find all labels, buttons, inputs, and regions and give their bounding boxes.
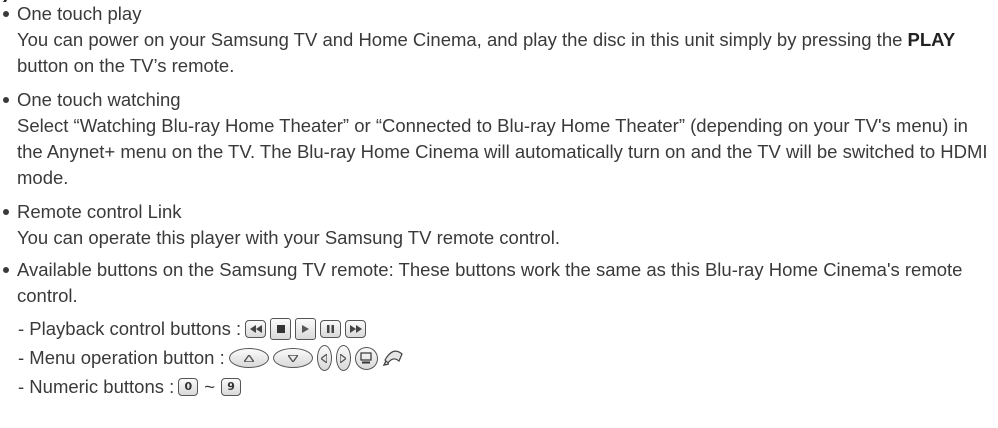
fast-forward-icon [345,320,367,338]
playback-buttons-row: - Playback control buttons : [18,316,367,342]
range-separator: ~ [204,376,216,397]
item-description: You can power on your Samsung TV and Hom… [17,27,990,79]
numeric-label: - Numeric buttons : [18,376,175,397]
playback-label: - Playback control buttons : [18,318,242,339]
right-arrow-icon [335,345,351,371]
item-label: Available buttons on the Samsung TV remo… [17,259,963,306]
enter-icon [354,346,378,370]
number-9-button: 9 [221,378,242,396]
pause-icon [320,320,342,338]
item-description: You can operate this player with your Sa… [17,227,560,248]
numeric-buttons-row: - Numeric buttons : 0 ~ 9 [18,374,242,400]
manual-page: y One touch play You can power on your S… [0,0,998,428]
desc-text: You can power on your Samsung TV and Hom… [17,29,908,50]
list-item-remote-control-link: Remote control Link You can operate this… [0,199,990,251]
play-keyword: PLAY [907,29,956,50]
item-description: Select “Watching Blu-ray Home Theater” o… [17,115,988,188]
list-item-available-buttons: Available buttons on the Samsung TV remo… [0,257,990,309]
return-icon [382,348,404,368]
menu-buttons-row: - Menu operation button : [18,345,404,371]
rewind-icon [245,320,267,338]
menu-label: - Menu operation button : [18,347,225,368]
item-label: One touch watching [17,89,181,110]
play-icon [295,318,317,340]
up-arrow-icon [228,348,269,368]
list-item-one-touch-play: One touch play You can power on your Sam… [0,1,990,79]
number-0-button: 0 [178,378,199,396]
list-item-one-touch-watching: One touch watching Select “Watching Blu-… [0,87,990,191]
desc-text: button on the TV’s remote. [17,55,235,76]
left-arrow-icon [316,345,332,371]
item-label: Remote control Link [17,201,182,222]
item-label: One touch play [17,3,142,24]
down-arrow-icon [272,348,313,368]
stop-icon [270,318,292,340]
